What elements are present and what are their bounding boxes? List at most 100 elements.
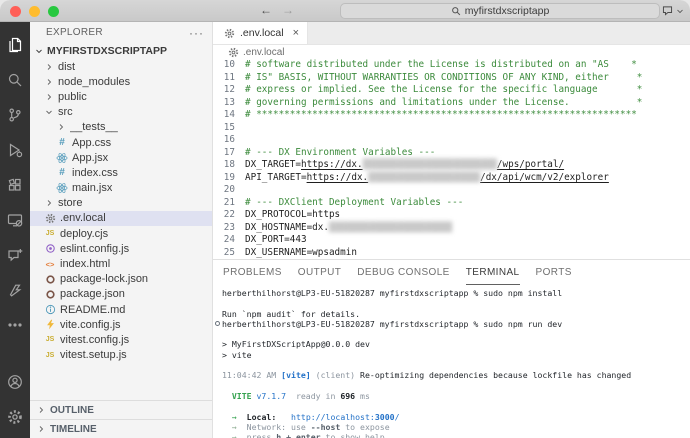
code-line[interactable]: 15 (213, 122, 690, 135)
tree-item-public[interactable]: public (30, 89, 212, 104)
code-line[interactable]: 19API_TARGET=https://dx.████████████████… (213, 172, 690, 185)
section-timeline[interactable]: TIMELINE (30, 419, 212, 438)
code-line[interactable]: 24DX_PORT=443 (213, 234, 690, 247)
tree-item-label: public (58, 91, 87, 103)
terminal-line: Run `npm audit` for details. (222, 309, 690, 319)
tree-item-package-lock-json[interactable]: package-lock.json (30, 272, 212, 287)
tree-item-label: deploy.cjs (60, 228, 108, 240)
nav-forward-icon[interactable]: → (282, 3, 294, 17)
run-debug-icon[interactable] (0, 132, 30, 167)
code-line[interactable]: 16 (213, 134, 690, 147)
extensions-icon[interactable] (0, 167, 30, 202)
tree-item--env-local[interactable]: .env.local (30, 211, 212, 226)
code-text: API_TARGET=https://dx.██████████████████… (245, 172, 690, 185)
tree-item-src[interactable]: src (30, 105, 212, 120)
settings-gear-icon[interactable] (0, 399, 30, 434)
command-center-search[interactable]: myfirstdxscriptapp (340, 3, 660, 19)
lightning-icon[interactable] (0, 272, 30, 307)
account-icon[interactable] (0, 364, 30, 399)
terminal[interactable]: herberthilhorst@LP3-EU-51820287 myfirstd… (213, 285, 690, 438)
more-icon[interactable] (0, 307, 30, 342)
tree-item-label: package-lock.json (60, 273, 148, 285)
code-line[interactable]: 23DX_HOSTNAME=dx.██████████████████████ (213, 222, 690, 235)
activity-bar (0, 22, 30, 438)
code-editor[interactable]: 10# software distributed under the Licen… (213, 59, 690, 259)
panel-tab-ports[interactable]: PORTS (536, 260, 572, 285)
panel-tab-debug-console[interactable]: DEBUG CONSOLE (357, 260, 449, 285)
line-number: 19 (213, 172, 245, 185)
tree-item-store[interactable]: store (30, 196, 212, 211)
line-number: 20 (213, 184, 245, 197)
info-icon (44, 304, 56, 315)
tree-item-readme-md[interactable]: README.md (30, 302, 212, 317)
terminal-line: → press h + enter to show help (222, 432, 690, 438)
code-line[interactable]: 21# --- DXClient Deployment Variables --… (213, 197, 690, 210)
tree-item-index-html[interactable]: <>index.html (30, 256, 212, 271)
tree-item-eslint-config-js[interactable]: eslint.config.js (30, 241, 212, 256)
tree-item-vite-config-js[interactable]: vite.config.js (30, 317, 212, 332)
source-control-icon[interactable] (0, 97, 30, 132)
tree-item--tests-[interactable]: __tests__ (30, 120, 212, 135)
css-icon: # (56, 137, 68, 148)
tree-item-main-jsx[interactable]: main.jsx (30, 181, 212, 196)
terminal-line: 11:04:42 AM [vite] (client) Re-optimizin… (222, 370, 690, 380)
close-tab-icon[interactable]: × (293, 27, 299, 39)
command-decoration-icon[interactable] (215, 321, 220, 326)
tree-item-label: vitest.setup.js (60, 349, 127, 361)
tree-item-package-json[interactable]: package.json (30, 287, 212, 302)
bottom-panel: PROBLEMS OUTPUT DEBUG CONSOLE TERMINAL PORTS… (213, 259, 690, 438)
chevron-right-icon (44, 63, 54, 71)
code-line[interactable]: 10# software distributed under the Licen… (213, 59, 690, 72)
nav-back-icon[interactable]: ← (260, 3, 272, 17)
section-outline[interactable]: OUTLINE (30, 400, 212, 419)
close-window-button[interactable] (10, 6, 21, 17)
code-line[interactable]: 11# IS" BASIS, WITHOUT WARRANTIES OR CON… (213, 72, 690, 85)
code-line[interactable]: 20 (213, 184, 690, 197)
remote-explorer-icon[interactable] (0, 202, 30, 237)
panel-tab-bar: PROBLEMS OUTPUT DEBUG CONSOLE TERMINAL PORTS (213, 260, 690, 285)
minimize-window-button[interactable] (29, 6, 40, 17)
tree-item-label: vitest.config.js (60, 334, 129, 346)
code-text: DX_HOSTNAME=dx.██████████████████████ (245, 222, 690, 235)
tree-item-label: dist (58, 61, 75, 73)
code-line[interactable]: 18DX_TARGET=https://dx.█████████████████… (213, 159, 690, 172)
tree-item-index-css[interactable]: #index.css (30, 165, 212, 180)
tree-item-label: node_modules (58, 76, 130, 88)
code-line[interactable]: 13# governing permissions and limitation… (213, 97, 690, 110)
code-line[interactable]: 17# --- DX Environment Variables --- (213, 147, 690, 160)
tree-item-app-jsx[interactable]: App.jsx (30, 150, 212, 165)
tree-item-node-modules[interactable]: node_modules (30, 74, 212, 89)
code-line[interactable]: 14# ************************************… (213, 109, 690, 122)
breadcrumb[interactable]: .env.local (213, 45, 690, 59)
search-icon (451, 6, 461, 16)
panel-tab-terminal[interactable]: TERMINAL (466, 260, 520, 285)
line-number: 14 (213, 109, 245, 122)
tree-item-dist[interactable]: dist (30, 59, 212, 74)
maximize-window-button[interactable] (48, 6, 59, 17)
code-line[interactable]: 12# express or implied. See the License … (213, 84, 690, 97)
css-icon: # (56, 167, 68, 178)
editor-group: .env.local × .env.local 10# software dis… (213, 22, 690, 438)
tree-item-deploy-cjs[interactable]: JSdeploy.cjs (30, 226, 212, 241)
code-text: # governing permissions and limitations … (245, 97, 690, 110)
tab-env-local[interactable]: .env.local × (213, 22, 308, 44)
search-icon[interactable] (0, 62, 30, 97)
gear-icon (227, 47, 239, 58)
tree-item-vitest-config-js[interactable]: JSvitest.config.js (30, 332, 212, 347)
code-text: DX_USERNAME=wpsadmin (245, 247, 690, 260)
explorer-more-button[interactable]: ··· (189, 26, 204, 40)
project-root-row[interactable]: MYFIRSTDXSCRIPTAPP (30, 43, 212, 59)
panel-tab-output[interactable]: OUTPUT (298, 260, 342, 285)
line-number: 25 (213, 247, 245, 260)
project-root-label: MYFIRSTDXSCRIPTAPP (47, 45, 167, 57)
explorer-icon[interactable] (0, 27, 30, 62)
code-line[interactable]: 25DX_USERNAME=wpsadmin (213, 247, 690, 260)
code-line[interactable]: 22DX_PROTOCOL=https (213, 209, 690, 222)
tree-item-app-css[interactable]: #App.css (30, 135, 212, 150)
tree-item-vitest-setup-js[interactable]: JSvitest.setup.js (30, 348, 212, 363)
line-number: 16 (213, 134, 245, 147)
chat-add-icon[interactable] (0, 237, 30, 272)
copilot-button[interactable] (661, 4, 684, 17)
npm-icon (44, 274, 56, 285)
panel-tab-problems[interactable]: PROBLEMS (223, 260, 282, 285)
